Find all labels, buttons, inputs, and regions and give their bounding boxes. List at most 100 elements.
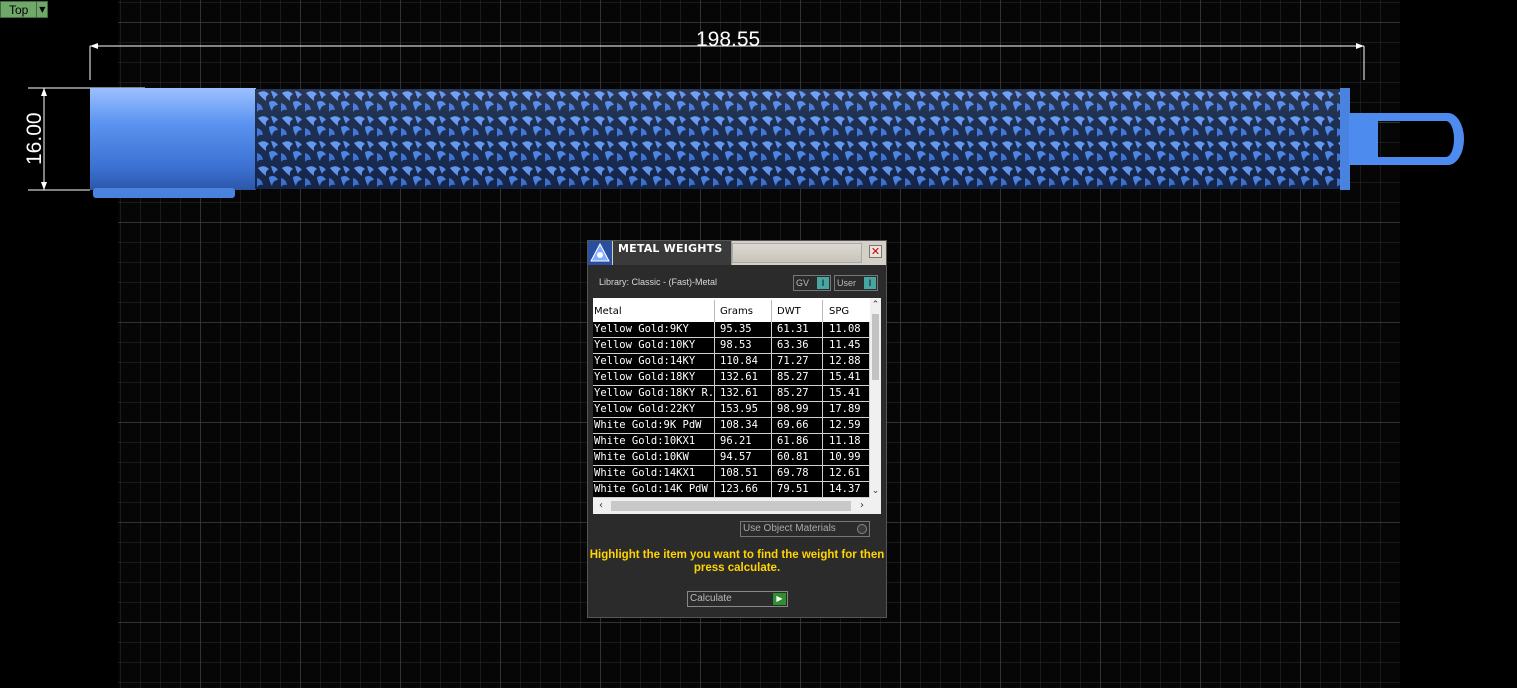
- cell-grams: 96.21: [715, 434, 772, 450]
- play-icon: ▶: [773, 593, 786, 605]
- cell-dwt: 69.66: [772, 418, 823, 434]
- end-cap-lip: [93, 188, 235, 198]
- scrollbar-corner: [870, 498, 881, 514]
- cell-dwt: 63.36: [772, 338, 823, 354]
- column-header-spg[interactable]: SPG: [823, 300, 870, 324]
- cell-grams: 94.57: [715, 450, 772, 466]
- cell-dwt: 61.86: [772, 434, 823, 450]
- cell-metal: White Gold:14KX1: [593, 466, 715, 482]
- scroll-right-icon[interactable]: ›: [854, 498, 870, 514]
- cell-dwt: 71.27: [772, 354, 823, 370]
- cell-metal: Yellow Gold:10KY: [593, 338, 715, 354]
- metal-table[interactable]: Metal Grams DWT SPG Yellow Gold:9KY 95.35…: [593, 298, 881, 514]
- cell-spg: 15.41: [823, 386, 870, 402]
- table-row[interactable]: White Gold:14K PdW 123.66 79.51 14.37: [593, 482, 870, 498]
- cell-spg: 12.59: [823, 418, 870, 434]
- length-arrow-left: [90, 43, 98, 49]
- table-row[interactable]: Yellow Gold:9KY 95.35 61.31 11.08: [593, 322, 870, 338]
- mesh-end-ring: [1340, 88, 1350, 190]
- cell-grams: 132.61: [715, 370, 772, 386]
- cell-grams: 108.34: [715, 418, 772, 434]
- cell-dwt: 69.78: [772, 466, 823, 482]
- table-row[interactable]: Yellow Gold:10KY 98.53 63.36 11.45: [593, 338, 870, 354]
- gv-toggle[interactable]: GV I: [793, 275, 831, 291]
- length-arrow-right: [1356, 43, 1364, 49]
- cell-spg: 11.45: [823, 338, 870, 354]
- cell-metal: White Gold:14K PdW: [593, 482, 715, 498]
- cell-metal: White Gold:10KX1: [593, 434, 715, 450]
- cell-grams: 95.35: [715, 322, 772, 338]
- scroll-left-icon[interactable]: ‹: [593, 498, 609, 514]
- toggle-knob-icon: I: [864, 277, 876, 289]
- cell-spg: 11.08: [823, 322, 870, 338]
- cell-metal: Yellow Gold:9KY: [593, 322, 715, 338]
- cell-spg: 12.61: [823, 466, 870, 482]
- cell-metal: Yellow Gold:22KY: [593, 402, 715, 418]
- table-row[interactable]: White Gold:9K PdW 108.34 69.66 12.59: [593, 418, 870, 434]
- scroll-up-icon[interactable]: ⌃: [870, 298, 881, 312]
- use-object-materials-label: Use Object Materials: [743, 523, 836, 534]
- cell-metal: Yellow Gold:14KY: [593, 354, 715, 370]
- cell-spg: 14.37: [823, 482, 870, 498]
- dialog-title-tab: METAL WEIGHTS: [613, 241, 732, 265]
- use-object-materials-option[interactable]: Use Object Materials: [740, 521, 870, 537]
- cell-grams: 132.61: [715, 386, 772, 402]
- cell-spg: 11.18: [823, 434, 870, 450]
- column-header-grams[interactable]: Grams: [715, 300, 772, 324]
- cell-spg: 17.89: [823, 402, 870, 418]
- table-row[interactable]: Yellow Gold:22KY 153.95 98.99 17.89: [593, 402, 870, 418]
- toggle-knob-icon: I: [817, 277, 829, 289]
- vertical-scrollbar[interactable]: ⌃ ⌄: [870, 298, 881, 498]
- cell-dwt: 61.31: [772, 322, 823, 338]
- column-header-dwt[interactable]: DWT: [772, 300, 823, 324]
- table-row[interactable]: Yellow Gold:14KY 110.84 71.27 12.88: [593, 354, 870, 370]
- cell-dwt: 98.99: [772, 402, 823, 418]
- calculate-label: Calculate: [690, 593, 732, 604]
- scale-icon: [588, 241, 612, 265]
- table-body: Yellow Gold:9KY 95.35 61.31 11.08 Yellow Gol…: [593, 322, 870, 498]
- user-toggle-label: User: [837, 278, 857, 288]
- table-row[interactable]: White Gold:14KX1 108.51 69.78 12.61: [593, 466, 870, 482]
- column-header-metal[interactable]: Metal: [593, 300, 715, 324]
- radio-icon[interactable]: [857, 524, 867, 534]
- cell-grams: 108.51: [715, 466, 772, 482]
- cell-spg: 15.41: [823, 370, 870, 386]
- height-dimension-label: 16.00: [23, 112, 46, 165]
- library-label: Library: Classic - (Fast)-Metal: [599, 277, 718, 287]
- horizontal-scrollbar[interactable]: ‹ ›: [593, 498, 870, 514]
- height-arrow-bottom: [41, 182, 47, 190]
- table-header: Metal Grams DWT SPG: [593, 298, 870, 324]
- user-toggle[interactable]: User I: [834, 275, 878, 291]
- metal-weights-dialog: METAL WEIGHTS ✕ Library: Classic - (Fast…: [587, 240, 887, 618]
- dialog-title: METAL WEIGHTS: [618, 242, 723, 255]
- cell-dwt: 60.81: [772, 450, 823, 466]
- close-icon[interactable]: ✕: [869, 245, 882, 258]
- end-cap: [90, 88, 256, 190]
- mesh-shade: [255, 89, 1348, 189]
- hint-text: Highlight the item you want to find the …: [589, 549, 885, 574]
- table-row[interactable]: White Gold:10KX1 96.21 61.86 11.18: [593, 434, 870, 450]
- length-dimension-label: 198.55: [696, 28, 761, 51]
- cell-metal: White Gold:9K PdW: [593, 418, 715, 434]
- scroll-thumb[interactable]: [872, 314, 879, 380]
- table-row[interactable]: White Gold:10KW 94.57 60.81 10.99: [593, 450, 870, 466]
- titlebar-drag-area[interactable]: [732, 243, 862, 263]
- dialog-titlebar[interactable]: METAL WEIGHTS ✕: [588, 241, 886, 265]
- cell-metal: White Gold:10KW: [593, 450, 715, 466]
- scroll-thumb[interactable]: [611, 501, 851, 511]
- cell-dwt: 79.51: [772, 482, 823, 498]
- cell-grams: 110.84: [715, 354, 772, 370]
- cell-metal: Yellow Gold:18KY R...: [593, 386, 715, 402]
- cell-grams: 153.95: [715, 402, 772, 418]
- clasp-loop: [1349, 113, 1464, 165]
- height-arrow-top: [41, 88, 47, 96]
- calculate-button[interactable]: Calculate ▶: [687, 591, 788, 607]
- table-row[interactable]: Yellow Gold:18KY R... 132.61 85.27 15.41: [593, 386, 870, 402]
- cell-dwt: 85.27: [772, 386, 823, 402]
- cell-grams: 123.66: [715, 482, 772, 498]
- scroll-down-icon[interactable]: ⌄: [870, 484, 881, 498]
- cell-spg: 10.99: [823, 450, 870, 466]
- cell-metal: Yellow Gold:18KY: [593, 370, 715, 386]
- table-row[interactable]: Yellow Gold:18KY 132.61 85.27 15.41: [593, 370, 870, 386]
- cell-grams: 98.53: [715, 338, 772, 354]
